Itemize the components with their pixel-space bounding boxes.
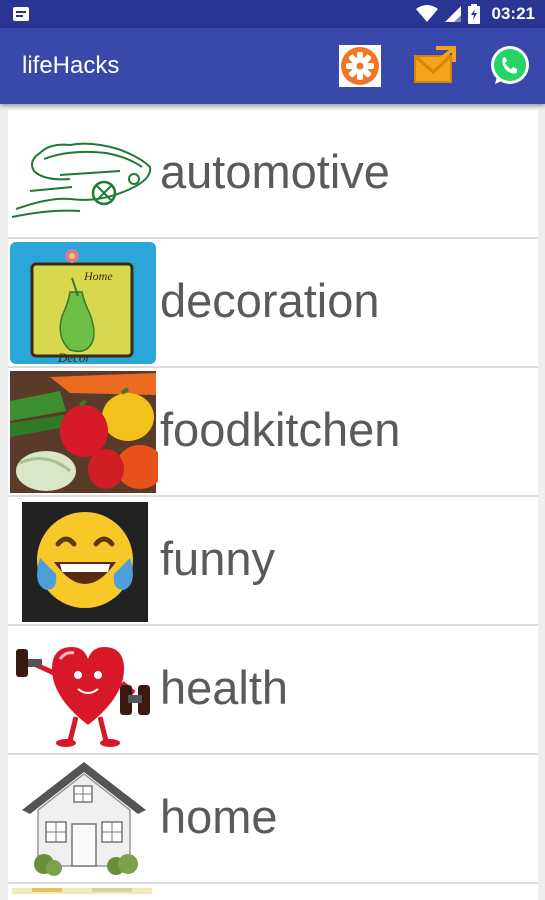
- app-title: lifeHacks: [22, 52, 120, 79]
- house-icon: [10, 758, 156, 880]
- svg-text:Home: Home: [83, 269, 113, 283]
- category-label: decoration: [160, 274, 380, 327]
- whatsapp-icon: [491, 46, 529, 84]
- category-label: funny: [160, 532, 275, 585]
- settings-button[interactable]: [336, 42, 384, 90]
- category-label: home: [160, 790, 278, 843]
- svg-text:Decor: Decor: [57, 350, 91, 364]
- category-row-foodkitchen[interactable]: foodkitchen: [8, 368, 538, 497]
- app-bar: lifeHacks: [0, 28, 545, 104]
- category-list: automotive Home Decor decoration foodkit…: [8, 110, 538, 900]
- car-sketch-icon: [10, 113, 156, 235]
- category-row-home[interactable]: home: [8, 755, 538, 884]
- status-icons: 03:21: [415, 3, 535, 25]
- category-label: automotive: [160, 145, 390, 198]
- settings-icon: [339, 45, 381, 87]
- partial-thumbnail: [12, 888, 152, 894]
- laughing-emoji-icon: [10, 500, 156, 622]
- share-email-button[interactable]: [410, 42, 458, 90]
- share-email-icon: [414, 46, 456, 83]
- category-row-decoration[interactable]: Home Decor decoration: [8, 239, 538, 368]
- category-row-automotive[interactable]: automotive: [8, 110, 538, 239]
- signal-icon: [444, 6, 461, 22]
- vegetables-icon: [10, 371, 158, 493]
- battery-icon: [467, 4, 480, 24]
- notification-icon: [13, 7, 29, 21]
- home-decor-vase-icon: Home Decor: [10, 242, 156, 364]
- category-label: health: [160, 661, 289, 714]
- category-row-funny[interactable]: funny: [8, 497, 538, 626]
- category-row-partial[interactable]: [8, 884, 538, 900]
- status-bar: 03:21: [0, 0, 545, 28]
- category-label: foodkitchen: [160, 403, 401, 456]
- wifi-icon: [415, 5, 438, 22]
- whatsapp-button[interactable]: [486, 42, 534, 90]
- category-row-health[interactable]: health: [8, 626, 538, 755]
- heart-dumbbell-icon: [10, 629, 156, 751]
- status-time: 03:21: [491, 4, 535, 23]
